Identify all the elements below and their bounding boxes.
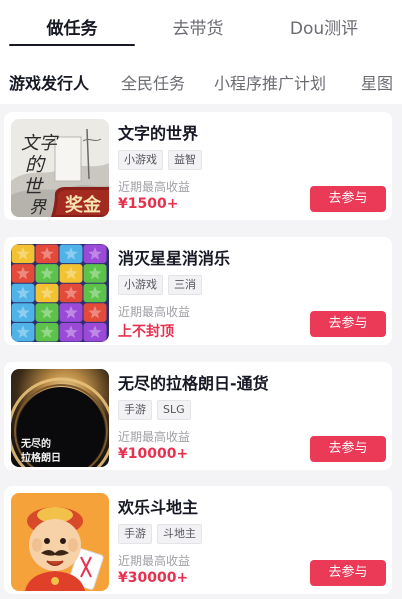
top-navigation: 做任务 去带货 Dou测评 游戏发行人 全民任务 小程序推广计划 星图 [0,0,402,104]
subtab-xingtu[interactable]: 星图 [361,70,393,94]
svg-text:的: 的 [25,154,46,176]
cover-title-text: 无尽的 [20,437,51,450]
star-grid-icon [11,244,109,342]
svg-text:世: 世 [23,176,44,198]
reward-value: 上不封顶 [118,324,174,340]
game-thumbnail: 无尽的 拉格朗日 [11,369,109,467]
reward-label: 近期最高收益 [118,430,191,444]
game-thumbnail [11,244,109,342]
game-thumbnail: 文字 的 世 界 奖金 [11,119,109,217]
reward-label: 近期最高收益 [118,554,191,568]
svg-text:拉格朗日: 拉格朗日 [21,451,61,464]
join-button[interactable]: 去参与 [310,560,386,586]
task-title: 欢乐斗地主 [118,498,199,517]
join-button[interactable]: 去参与 [310,186,386,212]
join-button[interactable]: 去参与 [310,311,386,337]
tab-sell-goods[interactable]: 去带货 [135,14,261,40]
reward-label: 近期最高收益 [118,305,191,319]
task-card[interactable]: 文字 的 世 界 奖金 文字的世界 小游戏 益智 近期最高收益 ¥1500+ 去参… [4,112,392,220]
reward-value: ¥30000+ [118,570,189,586]
tag-list: 小游戏 益智 [118,150,207,170]
task-card[interactable]: 欢乐斗地主 手游 斗地主 近期最高收益 ¥30000+ 去参与 [4,486,392,594]
svg-text:界: 界 [29,198,47,217]
subtab-all-tasks[interactable]: 全民任务 [121,70,185,94]
tag-list: 手游 斗地主 [118,524,207,544]
task-title: 消灭星星消消乐 [118,249,231,268]
tag: 手游 [118,400,152,420]
subtab-miniprogram-promo[interactable]: 小程序推广计划 [214,70,326,94]
prize-badge: 奖金 [65,194,102,216]
tag-list: 手游 SLG [118,400,196,420]
tab-dou-review[interactable]: Dou测评 [261,14,387,40]
tag: SLG [157,400,191,420]
game-thumbnail [11,493,109,591]
join-button[interactable]: 去参与 [310,436,386,462]
active-tab-indicator [9,44,135,46]
tag: 小游戏 [118,150,163,170]
reward-value: ¥1500+ [118,196,179,212]
task-card[interactable]: 无尽的 拉格朗日 无尽的拉格朗日-通货 手游 SLG 近期最高收益 ¥10000+… [4,362,392,470]
tag: 三消 [168,275,202,295]
tag: 手游 [118,524,152,544]
tag: 小游戏 [118,275,163,295]
reward-label: 近期最高收益 [118,180,191,194]
tag: 斗地主 [157,524,202,544]
tag-list: 小游戏 三消 [118,275,207,295]
task-card[interactable]: 消灭星星消消乐 小游戏 三消 近期最高收益 上不封顶 去参与 [4,237,392,345]
tag: 益智 [168,150,202,170]
subtab-game-publisher[interactable]: 游戏发行人 [9,70,89,94]
reward-value: ¥10000+ [118,446,189,462]
tab-do-tasks[interactable]: 做任务 [9,14,135,40]
task-title: 文字的世界 [118,124,199,143]
category-tabs: 游戏发行人 全民任务 小程序推广计划 星图 [0,60,402,100]
cover-title-text: 文字 [21,133,59,154]
task-title: 无尽的拉格朗日-通货 [118,374,269,393]
main-tabs: 做任务 去带货 Dou测评 [0,0,402,48]
